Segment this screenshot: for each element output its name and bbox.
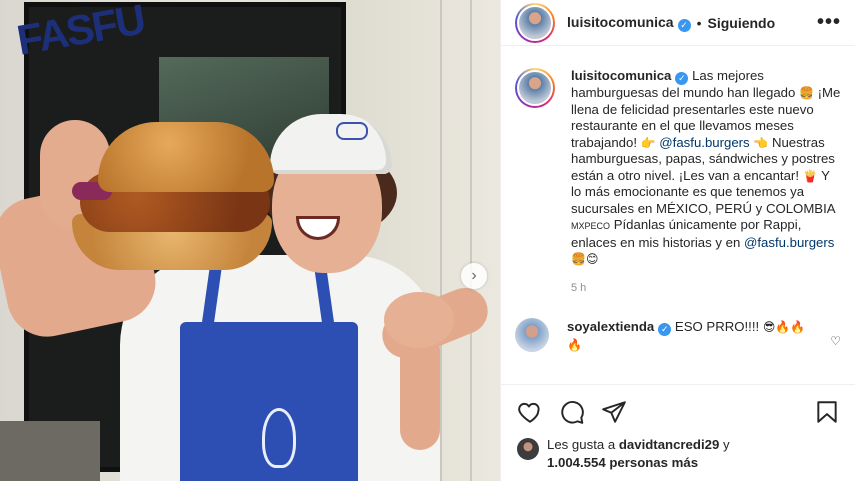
post-timestamp[interactable]: 5 h (571, 282, 855, 294)
commenter-username[interactable]: soyalextienda (567, 319, 654, 334)
point-right-emoji-icon: 👉 (640, 135, 656, 150)
likes-text: Les gusta a davidtancredi29 y 1.004.554 … (547, 436, 730, 472)
post-header: luisitocomunica ✓ • Siguiendo ••• (501, 0, 855, 46)
author-username-text[interactable]: luisitocomunica (567, 14, 674, 30)
following-button[interactable]: Siguiendo (707, 15, 775, 31)
likes-summary: Les gusta a davidtancredi29 y 1.004.554 … (517, 436, 730, 472)
verified-badge-icon: ✓ (658, 322, 672, 336)
wall-panel-line (440, 0, 442, 481)
author-username[interactable]: luisitocomunica ✓ (567, 14, 691, 32)
chevron-right-icon: › (471, 267, 477, 284)
more-options-icon[interactable]: ••• (817, 11, 841, 34)
wall-panel-line (470, 0, 472, 481)
photo-floor (0, 421, 100, 481)
next-photo-button[interactable]: › (461, 263, 487, 289)
share-paper-plane-icon[interactable] (601, 399, 627, 425)
burger-emoji-icon: 🍔 (799, 86, 814, 100)
caption-author-avatar[interactable] (515, 68, 555, 108)
likes-count[interactable]: 1.004.554 personas más (547, 455, 698, 470)
fries-emoji-icon: 🍟 (802, 168, 818, 183)
fried-chicken-burger (70, 122, 276, 272)
save-bookmark-icon[interactable] (814, 399, 840, 425)
mention-link[interactable]: @fasfu.burgers (659, 135, 749, 150)
post-caption: luisitocomunica ✓ Las mejores hamburguesa… (501, 46, 855, 268)
point-left-emoji-icon: 👈 (753, 135, 769, 150)
mention-link[interactable]: @fasfu.burgers (744, 235, 834, 250)
comment-body: ESO PRRO!!!! (674, 318, 760, 334)
cap-logo (336, 122, 368, 140)
comment-item: soyalextienda ✓ ESO PRRO!!!! 😎🔥🔥🔥 ♡ (501, 294, 855, 354)
likes-connector: y (722, 437, 730, 452)
burger-smile-emoji-icon: 🍔😊 (571, 252, 599, 266)
likes-prefix: Les gusta a (547, 437, 616, 452)
verified-badge-icon: ✓ (677, 18, 691, 32)
author-avatar[interactable] (515, 2, 555, 43)
comment-bubble-icon[interactable] (559, 399, 585, 425)
header-separator: • (696, 14, 702, 31)
flags-emoji-icon: MXPECO (571, 221, 611, 231)
apron-flame-logo (262, 408, 296, 468)
caption-text: luisitocomunica ✓ Las mejores hamburguesa… (571, 68, 841, 268)
comment-like-heart-icon[interactable]: ♡ (830, 334, 841, 348)
caption-author-username[interactable]: luisitocomunica (571, 68, 671, 83)
post-photo[interactable]: FASFU › (0, 0, 500, 481)
verified-badge-icon: ✓ (675, 72, 689, 85)
commenter-avatar[interactable] (515, 317, 549, 352)
liker-avatar[interactable] (517, 438, 539, 460)
like-heart-icon[interactable] (517, 399, 543, 425)
post-actions-bar (501, 384, 855, 425)
person-right-hand (384, 292, 454, 348)
burger-bun-top (98, 122, 274, 192)
caption-author-avatar-image (517, 70, 553, 106)
comment-text: soyalextienda ✓ ESO PRRO!!!! 😎🔥🔥🔥 (567, 318, 807, 354)
author-avatar-image (517, 4, 553, 41)
post-panel: luisitocomunica ✓ • Siguiendo ••• luisito… (500, 0, 855, 481)
liker-username[interactable]: davidtancredi29 (619, 437, 719, 452)
